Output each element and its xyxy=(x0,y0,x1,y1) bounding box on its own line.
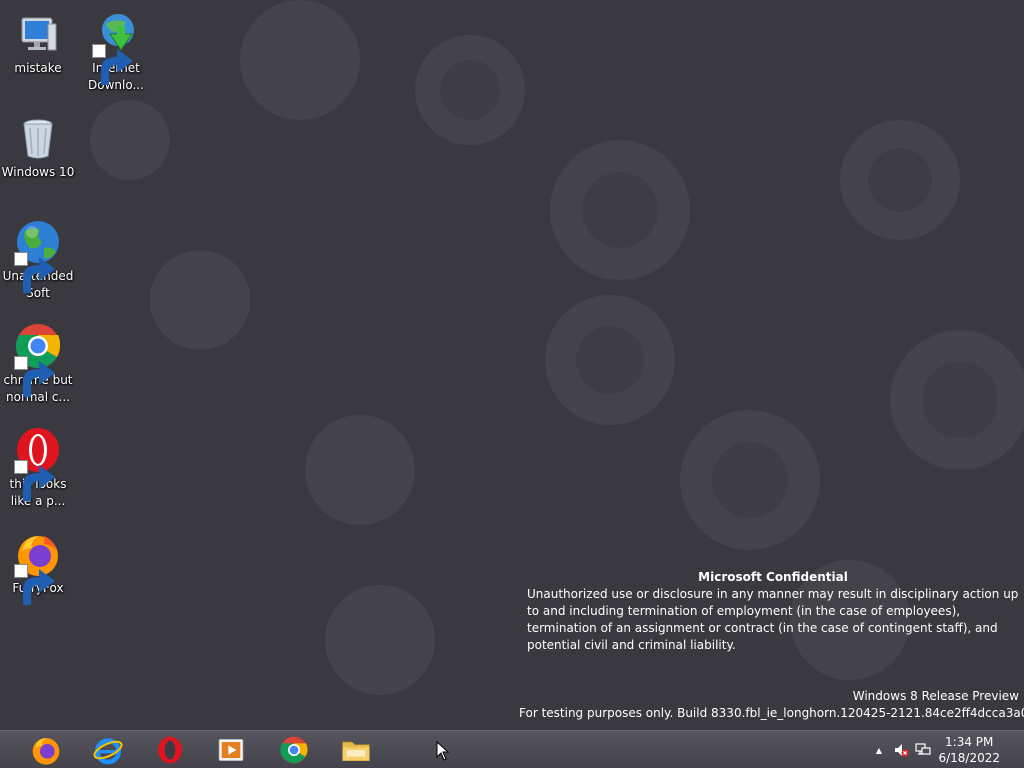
shortcut-arrow-icon xyxy=(14,252,55,293)
opera-icon xyxy=(158,736,182,764)
chevron-up-icon: ▲ xyxy=(875,745,883,755)
media-player-icon xyxy=(218,739,244,761)
show-hidden-icons-button[interactable]: ▲ xyxy=(870,741,888,759)
system-tray: ▲ 1:34 PM 6/18/2022 xyxy=(864,731,1024,769)
opera-icon xyxy=(14,426,62,501)
internet-explorer-icon xyxy=(93,738,123,765)
clock-date: 6/18/2022 xyxy=(938,751,1000,765)
taskbar-media-player-button[interactable] xyxy=(203,733,259,767)
confidential-body: Unauthorized use or disclosure in any ma… xyxy=(527,587,1019,652)
recycle-bin-icon xyxy=(14,114,62,162)
computer-icon xyxy=(14,10,62,58)
confidential-title: Microsoft Confidential xyxy=(698,570,848,584)
shortcut-arrow-icon xyxy=(14,564,55,605)
build-watermark: Windows 8 Release Preview For testing pu… xyxy=(519,688,1024,722)
desktop-icon-mistake[interactable]: mistake xyxy=(0,2,76,77)
taskbar-internet-explorer-button[interactable] xyxy=(80,733,136,767)
desktop-icon-recycle-bin[interactable]: Windows 10 xyxy=(0,106,76,181)
mouse-cursor-icon xyxy=(436,741,450,761)
watermark-edition: Windows 8 Release Preview xyxy=(852,689,1019,703)
firefox-icon xyxy=(32,738,60,765)
taskbar-chrome-button[interactable] xyxy=(266,733,322,767)
taskbar-firefox-button[interactable] xyxy=(18,733,74,767)
desktop-icon-opera[interactable]: this looks like a p... xyxy=(0,418,76,510)
taskbar-file-explorer-button[interactable] xyxy=(328,733,384,767)
volume-muted-button[interactable] xyxy=(892,741,910,759)
shortcut-arrow-icon xyxy=(92,44,133,85)
taskbar: ▲ 1:34 PM 6/18/2022 xyxy=(0,730,1024,768)
clock[interactable]: 1:34 PM 6/18/2022 xyxy=(938,734,1000,766)
firefox-icon xyxy=(14,530,62,605)
shortcut-arrow-icon xyxy=(14,356,55,397)
desktop[interactable]: mistake Internet Downlo... Windows 10 Un… xyxy=(0,0,1024,730)
desktop-icon-internet-download-manager[interactable]: Internet Downlo... xyxy=(78,2,154,94)
speaker-muted-icon xyxy=(895,744,909,757)
globe-icon xyxy=(14,218,62,293)
network-icon xyxy=(915,743,931,755)
shortcut-arrow-icon xyxy=(14,460,55,501)
taskbar-opera-button[interactable] xyxy=(142,733,198,767)
internet-download-manager-icon xyxy=(92,10,140,85)
file-explorer-icon xyxy=(342,741,370,761)
desktop-icon-furryfox[interactable]: FurryFox xyxy=(0,522,76,605)
network-button[interactable] xyxy=(914,741,932,759)
chrome-icon xyxy=(14,322,62,397)
desktop-icon-label: Windows 10 xyxy=(1,165,75,179)
desktop-icon-label: mistake xyxy=(14,61,62,75)
desktop-icon-unattended-soft[interactable]: Unattended Soft xyxy=(0,210,76,302)
chrome-icon xyxy=(280,736,308,764)
clock-time: 1:34 PM xyxy=(945,735,994,749)
desktop-icon-chrome[interactable]: chrome but normal c... xyxy=(0,314,76,406)
confidential-notice: Microsoft Confidential Unauthorized use … xyxy=(527,569,1019,654)
watermark-build: For testing purposes only. Build 8330.fb… xyxy=(519,706,1024,720)
